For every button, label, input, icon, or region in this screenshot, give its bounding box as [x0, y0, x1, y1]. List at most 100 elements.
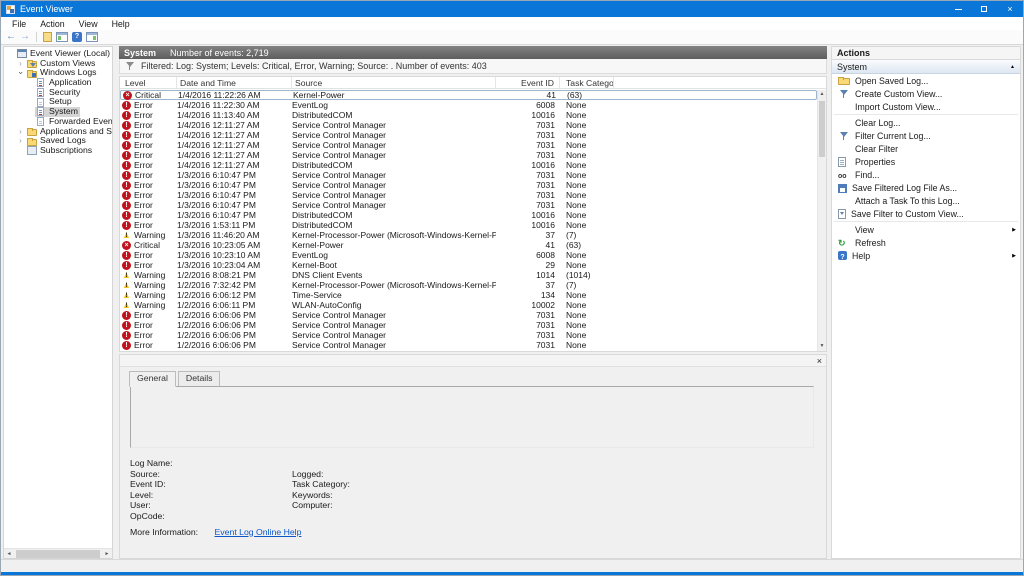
action-attach-a-task-to-this-log[interactable]: Attach a Task To this Log...: [832, 194, 1020, 207]
menu-file[interactable]: File: [5, 19, 33, 29]
action-filter-current-log[interactable]: Filter Current Log...: [832, 129, 1020, 142]
scrollbar-thumb[interactable]: [819, 101, 825, 157]
column-header-task-category[interactable]: Task Category: [560, 77, 614, 88]
table-row[interactable]: !Error1/2/2016 6:06:06 PMService Control…: [120, 340, 817, 350]
close-button[interactable]: ×: [997, 1, 1023, 17]
table-row[interactable]: !Error1/4/2016 11:13:40 AMDistributedCOM…: [120, 110, 817, 120]
source-cell: Service Control Manager: [292, 200, 496, 210]
table-row[interactable]: !Error1/4/2016 12:11:27 AMService Contro…: [120, 150, 817, 160]
table-row[interactable]: !Error1/4/2016 12:11:27 AMService Contro…: [120, 120, 817, 130]
scroll-down-icon[interactable]: ▼: [818, 342, 826, 351]
table-row[interactable]: ×Critical1/4/2016 11:22:26 AMKernel-Powe…: [120, 90, 817, 100]
scroll-up-icon[interactable]: ▲: [818, 90, 826, 99]
taskcategory-cell: None: [560, 100, 614, 110]
chevron-collapsed-icon[interactable]: ›: [16, 127, 25, 137]
column-header-level[interactable]: Level: [122, 77, 177, 88]
action-clear-log[interactable]: Clear Log...: [832, 116, 1020, 129]
preview-close-icon[interactable]: ×: [817, 355, 822, 367]
console-tree-toggle-icon[interactable]: [56, 32, 68, 42]
action-help[interactable]: Help▶: [832, 249, 1020, 262]
level-cell: !Error: [122, 220, 177, 230]
tree-horizontal-scrollbar[interactable]: ◄ ►: [4, 548, 112, 558]
find-icon: [838, 170, 850, 180]
table-row[interactable]: !Error1/4/2016 12:11:27 AMDistributedCOM…: [120, 160, 817, 170]
action-import-custom-view[interactable]: Import Custom View...: [832, 100, 1020, 113]
menu-action[interactable]: Action: [33, 19, 71, 29]
table-row[interactable]: ▲!Warning1/3/2016 11:46:20 AMKernel-Proc…: [120, 230, 817, 240]
table-row[interactable]: !Error1/3/2016 1:53:11 PMDistributedCOM1…: [120, 220, 817, 230]
log-icon: [37, 107, 44, 116]
table-row[interactable]: !Error1/2/2016 6:06:06 PMService Control…: [120, 330, 817, 340]
level-cell: !Error: [122, 210, 177, 220]
chevron-collapsed-icon[interactable]: ›: [16, 59, 25, 69]
scroll-right-icon[interactable]: ►: [102, 551, 112, 557]
table-row[interactable]: ▲!Warning1/2/2016 6:06:11 PMWLAN-AutoCon…: [120, 300, 817, 310]
tree-item-subscriptions[interactable]: Subscriptions: [4, 146, 112, 156]
column-header-date-and-time[interactable]: Date and Time: [177, 77, 292, 88]
taskcategory-cell: None: [560, 210, 614, 220]
table-row[interactable]: !Error1/3/2016 6:10:47 PMDistributedCOM1…: [120, 210, 817, 220]
forward-icon[interactable]: →: [20, 31, 30, 43]
tab-general[interactable]: General: [129, 371, 176, 387]
event-description-box: [130, 386, 814, 448]
action-save-filtered-log-file-as[interactable]: Save Filtered Log File As...: [832, 181, 1020, 194]
eventid-cell: 7031: [496, 180, 560, 190]
table-row[interactable]: !Error1/3/2016 6:10:47 PMService Control…: [120, 170, 817, 180]
table-row[interactable]: !Error1/3/2016 6:10:47 PMService Control…: [120, 200, 817, 210]
action-save-filter-to-custom-view[interactable]: Save Filter to Custom View...: [832, 207, 1020, 220]
datetime-cell: 1/3/2016 6:10:47 PM: [177, 200, 292, 210]
tab-details[interactable]: Details: [178, 371, 221, 386]
toolbar-help-icon[interactable]: ?: [72, 32, 82, 42]
field-row: Log Name:: [130, 458, 826, 469]
eventid-cell: 41: [496, 240, 560, 250]
menu-view[interactable]: View: [72, 19, 105, 29]
table-row[interactable]: ×Critical1/3/2016 10:23:05 AMKernel-Powe…: [120, 240, 817, 250]
action-view[interactable]: View▶: [832, 223, 1020, 236]
tree-item-body: Subscriptions: [25, 146, 94, 156]
table-row[interactable]: !Error1/4/2016 11:22:30 AMEventLog6008No…: [120, 100, 817, 110]
back-icon[interactable]: ←: [6, 31, 16, 43]
action-create-custom-view[interactable]: Create Custom View...: [832, 87, 1020, 100]
level-label: Error: [134, 150, 153, 160]
table-row[interactable]: !Error1/3/2016 10:23:10 AMEventLog6008No…: [120, 250, 817, 260]
table-row[interactable]: ▲!Warning1/2/2016 8:08:21 PMDNS Client E…: [120, 270, 817, 280]
action-pane-toggle-icon[interactable]: [86, 32, 98, 42]
table-row[interactable]: !Error1/3/2016 6:10:47 PMService Control…: [120, 180, 817, 190]
source-cell: Service Control Manager: [292, 340, 496, 350]
table-row[interactable]: !Error1/4/2016 12:11:27 AMService Contro…: [120, 130, 817, 140]
table-row[interactable]: !Error1/2/2016 6:06:06 PMService Control…: [120, 310, 817, 320]
eventid-cell: 10016: [496, 220, 560, 230]
table-row[interactable]: !Error1/4/2016 12:11:27 AMService Contro…: [120, 140, 817, 150]
scroll-left-icon[interactable]: ◄: [4, 551, 14, 557]
level-label: Error: [134, 340, 153, 350]
field-label-keywords: Keywords:: [292, 490, 333, 501]
actions-section-system[interactable]: System ▲: [832, 60, 1020, 74]
action-refresh[interactable]: Refresh: [832, 236, 1020, 249]
action-clear-filter[interactable]: Clear Filter: [832, 142, 1020, 155]
column-header-event-id[interactable]: Event ID: [496, 77, 560, 88]
collapse-icon[interactable]: ▲: [1010, 60, 1015, 74]
funnel-icon: [838, 131, 850, 141]
level-cell: ×Critical: [122, 240, 177, 250]
action-open-saved-log[interactable]: Open Saved Log...: [832, 74, 1020, 87]
action-properties[interactable]: Properties: [832, 155, 1020, 168]
table-row[interactable]: ▲!Warning1/2/2016 7:32:42 PMKernel-Proce…: [120, 280, 817, 290]
event-list-scrollbar[interactable]: ▲ ▼: [817, 90, 826, 351]
table-row[interactable]: !Error1/3/2016 6:10:47 PMService Control…: [120, 190, 817, 200]
taskcategory-cell: None: [560, 200, 614, 210]
column-header-source[interactable]: Source: [292, 77, 496, 88]
table-row[interactable]: ▲!Warning1/2/2016 6:06:12 PMTime-Service…: [120, 290, 817, 300]
event-log-online-help-link[interactable]: Event Log Online Help: [215, 527, 302, 537]
export-icon[interactable]: [43, 32, 52, 42]
minimize-button[interactable]: [945, 1, 971, 17]
table-row[interactable]: !Error1/2/2016 6:06:06 PMService Control…: [120, 320, 817, 330]
menu-help[interactable]: Help: [105, 19, 137, 29]
action-find[interactable]: Find...: [832, 168, 1020, 181]
action-item-label: Save Filter to Custom View...: [851, 209, 964, 219]
maximize-button[interactable]: [971, 1, 997, 17]
table-row[interactable]: !Error1/3/2016 10:23:04 AMKernel-Boot29N…: [120, 260, 817, 270]
chevron-expanded-icon[interactable]: ›: [16, 69, 26, 78]
scrollbar-thumb[interactable]: [16, 550, 100, 558]
chevron-collapsed-icon[interactable]: ›: [16, 136, 25, 146]
source-cell: Service Control Manager: [292, 150, 496, 160]
